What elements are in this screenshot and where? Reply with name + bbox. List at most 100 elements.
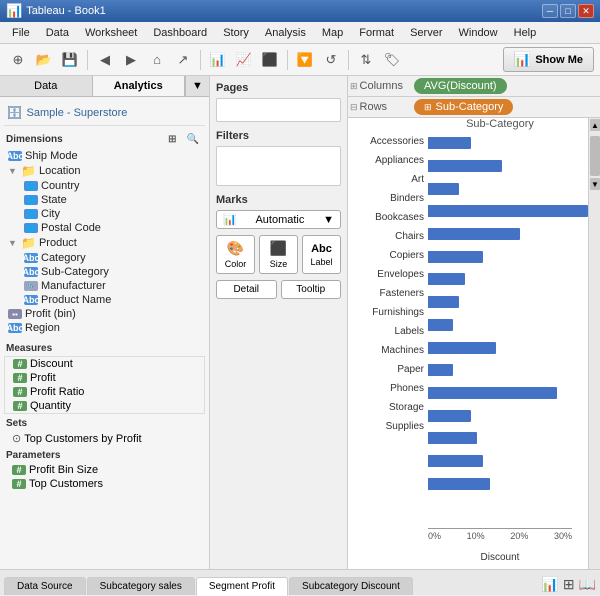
dim-state[interactable]: 🌐 State (4, 193, 205, 207)
viz-container: ⊞ Columns AVG(Discount) ⊟ Rows ⊞ Sub-Cat… (348, 76, 600, 569)
bar-row[interactable] (428, 450, 588, 473)
y-label: Copiers (390, 246, 424, 265)
dim-profit-bin[interactable]: ▪▪ Profit (bin) (4, 307, 205, 321)
dimensions-search[interactable]: 🔍 (183, 132, 203, 147)
measure-profit-ratio[interactable]: # Profit Ratio (5, 385, 204, 399)
toolbar-chart2[interactable]: 📈 (232, 48, 256, 72)
bar-row[interactable] (428, 155, 588, 178)
menu-data[interactable]: Data (38, 25, 77, 41)
bar-row[interactable] (428, 314, 588, 337)
param-top-customers[interactable]: # Top Customers (4, 477, 205, 491)
scroll-down-btn[interactable]: ▼ (590, 178, 600, 190)
measure-profit[interactable]: # Profit (5, 371, 204, 385)
tab-data[interactable]: Data (0, 76, 93, 96)
bar-row[interactable] (428, 200, 588, 223)
bar-row[interactable] (428, 268, 588, 291)
marks-type-select[interactable]: 📊 Automatic ▼ (216, 210, 341, 229)
bar (428, 319, 453, 331)
datasource-row[interactable]: 🗄 Sample - Superstore (4, 101, 205, 126)
rows-pill[interactable]: ⊞ Sub-Category (414, 99, 513, 115)
toolbar-save[interactable]: 💾 (58, 48, 82, 72)
toolbar-filter[interactable]: 🔽 (293, 48, 317, 72)
marks-tooltip-btn[interactable]: Tooltip (281, 280, 342, 299)
menu-format[interactable]: Format (351, 25, 402, 41)
dim-country[interactable]: 🌐 Country (4, 179, 205, 193)
dim-manufacturer[interactable]: 🔗 Manufacturer (4, 279, 205, 293)
dim-product-name[interactable]: Abc Product Name (4, 293, 205, 307)
rows-grid-icon: ⊟ (350, 102, 358, 113)
dim-sub-category[interactable]: Abc Sub-Category (4, 265, 205, 279)
chart-plot: Sub-Category 0%10%20%30% Discount (428, 118, 588, 569)
dim-postal-code[interactable]: 🌐 Postal Code (4, 221, 205, 235)
bar-row[interactable] (428, 132, 588, 155)
panel-menu-button[interactable]: ▼ (185, 76, 209, 96)
bar-row[interactable] (428, 177, 588, 200)
set-top-customers[interactable]: ⊙ Top Customers by Profit (4, 431, 205, 446)
toolbar-new[interactable]: ⊕ (6, 48, 30, 72)
menu-worksheet[interactable]: Worksheet (77, 25, 145, 41)
toolbar-forward[interactable]: ▶ (119, 48, 143, 72)
toolbar-sort[interactable]: ⇅ (354, 48, 378, 72)
tab-subcategory-discount[interactable]: Subcategory Discount (289, 577, 413, 595)
toolbar-label[interactable]: 🏷 (380, 48, 404, 72)
columns-grid-icon: ⊞ (350, 81, 358, 92)
pages-box[interactable] (216, 98, 341, 122)
marks-color-btn[interactable]: 🎨 Color (216, 235, 255, 274)
geo-icon: 🌐 (24, 195, 38, 205)
toolbar-chart3[interactable]: ⬛ (258, 48, 282, 72)
tab-data-source[interactable]: Data Source (4, 577, 86, 595)
dim-product-folder[interactable]: ▼ 📁 Product (4, 235, 205, 251)
menu-file[interactable]: File (4, 25, 38, 41)
bar-row[interactable] (428, 427, 588, 450)
show-me-button[interactable]: 📊 Show Me (503, 47, 594, 72)
add-story-icon[interactable]: 📖 (579, 576, 596, 593)
menu-help[interactable]: Help (506, 25, 545, 41)
bar-row[interactable] (428, 359, 588, 382)
dim-city[interactable]: 🌐 City (4, 207, 205, 221)
dim-category[interactable]: Abc Category (4, 251, 205, 265)
menu-story[interactable]: Story (215, 25, 257, 41)
toolbar-open[interactable]: 📂 (32, 48, 56, 72)
menu-map[interactable]: Map (314, 25, 351, 41)
toolbar-back[interactable]: ◀ (93, 48, 117, 72)
scroll-thumb[interactable] (590, 136, 600, 176)
param-profit-bin-size[interactable]: # Profit Bin Size (4, 463, 205, 477)
bar-row[interactable] (428, 336, 588, 359)
minimize-button[interactable]: ─ (542, 4, 558, 18)
marks-label-btn[interactable]: Abc Label (302, 235, 341, 274)
filters-box[interactable] (216, 146, 341, 186)
measure-discount[interactable]: # Discount (5, 357, 204, 371)
scroll-track[interactable]: ▲ ▼ (588, 118, 600, 569)
menu-server[interactable]: Server (402, 25, 450, 41)
add-dashboard-icon[interactable]: ⊞ (563, 576, 575, 593)
marks-detail-btn[interactable]: Detail (216, 280, 277, 299)
menu-analysis[interactable]: Analysis (257, 25, 314, 41)
dim-region[interactable]: Abc Region (4, 321, 205, 335)
dimensions-grid-view[interactable]: ⊞ (164, 132, 180, 147)
menu-dashboard[interactable]: Dashboard (145, 25, 215, 41)
tab-subcategory-sales[interactable]: Subcategory sales (87, 577, 195, 595)
bar-row[interactable] (428, 472, 588, 495)
tab-analytics[interactable]: Analytics (93, 76, 186, 96)
bar-row[interactable] (428, 404, 588, 427)
close-button[interactable]: ✕ (578, 4, 594, 18)
toolbar-home[interactable]: ⌂ (145, 48, 169, 72)
dim-ship-mode[interactable]: Abc Ship Mode (4, 149, 205, 163)
dim-location-folder[interactable]: ▼ 📁 Location (4, 163, 205, 179)
toolbar-refresh[interactable]: ↺ (319, 48, 343, 72)
menu-window[interactable]: Window (451, 25, 506, 41)
bar-row[interactable] (428, 291, 588, 314)
bar-row[interactable] (428, 223, 588, 246)
tab-segment-profit[interactable]: Segment Profit (196, 577, 288, 596)
bar-row[interactable] (428, 245, 588, 268)
marks-size-btn[interactable]: ⬛ Size (259, 235, 298, 274)
bar-row[interactable] (428, 382, 588, 405)
add-sheet-icon[interactable]: 📊 (541, 576, 558, 593)
measure-quantity[interactable]: # Quantity (5, 399, 204, 413)
scroll-up-btn[interactable]: ▲ (590, 119, 600, 131)
toolbar-chart1[interactable]: 📊 (206, 48, 230, 72)
toolbar-export[interactable]: ↗ (171, 48, 195, 72)
size-icon: ⬛ (270, 240, 287, 257)
columns-pill[interactable]: AVG(Discount) (414, 78, 507, 94)
maximize-button[interactable]: □ (560, 4, 576, 18)
